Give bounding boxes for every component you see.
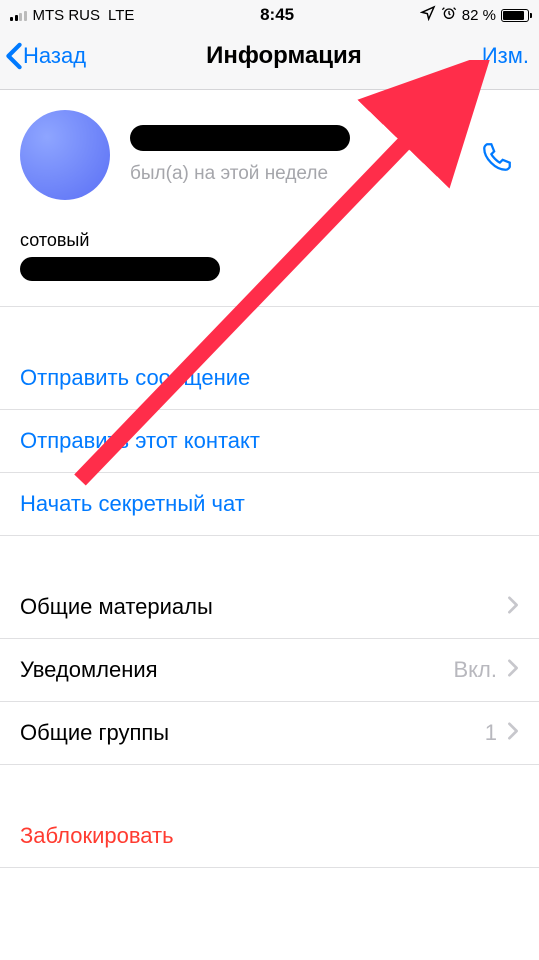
edit-button[interactable]: Изм. <box>482 43 529 69</box>
phone-section: сотовый <box>0 220 539 307</box>
location-icon <box>420 5 436 25</box>
status-time: 8:45 <box>260 5 294 25</box>
send-message-button[interactable]: Отправить сообщение <box>0 347 539 410</box>
nav-bar: Назад Информация Изм. <box>0 30 539 90</box>
block-user-button[interactable]: Заблокировать <box>0 805 539 868</box>
settings-list: Общие материалы Уведомления Вкл. Общие г… <box>0 576 539 765</box>
phone-number-redacted[interactable] <box>20 257 519 286</box>
status-left: MTS RUS LTE <box>10 7 134 24</box>
page-title: Информация <box>206 42 362 70</box>
block-section: Заблокировать <box>0 805 539 868</box>
actions-list: Отправить сообщение Отправить этот конта… <box>0 347 539 536</box>
carrier-label: MTS RUS <box>33 7 101 24</box>
groups-value: 1 <box>485 720 497 746</box>
battery-percent: 82 % <box>462 7 496 24</box>
network-label: LTE <box>108 7 134 24</box>
share-contact-button[interactable]: Отправить этот контакт <box>0 410 539 473</box>
status-right: 82 % <box>420 5 529 25</box>
back-button[interactable]: Назад <box>5 42 86 70</box>
notifications-value: Вкл. <box>454 657 498 683</box>
back-label: Назад <box>23 43 86 69</box>
status-bar: MTS RUS LTE 8:45 82 % <box>0 0 539 30</box>
groups-row[interactable]: Общие группы 1 <box>0 702 539 765</box>
profile-info: был(а) на этой неделе <box>130 125 519 185</box>
avatar[interactable] <box>20 110 110 200</box>
last-seen-status: был(а) на этой неделе <box>130 163 519 185</box>
profile-header: был(а) на этой неделе <box>0 90 539 220</box>
shared-media-row[interactable]: Общие материалы <box>0 576 539 639</box>
chevron-right-icon <box>507 594 519 620</box>
alarm-icon <box>441 5 457 25</box>
phone-label: сотовый <box>20 230 519 251</box>
contact-name-redacted <box>130 125 519 153</box>
chevron-right-icon <box>507 657 519 683</box>
secret-chat-button[interactable]: Начать секретный чат <box>0 473 539 536</box>
call-button[interactable] <box>480 140 514 179</box>
shared-media-label: Общие материалы <box>20 594 213 620</box>
signal-icon <box>10 9 27 21</box>
battery-icon <box>501 9 529 22</box>
notifications-row[interactable]: Уведомления Вкл. <box>0 639 539 702</box>
notifications-label: Уведомления <box>20 657 158 683</box>
groups-label: Общие группы <box>20 720 169 746</box>
chevron-right-icon <box>507 720 519 746</box>
